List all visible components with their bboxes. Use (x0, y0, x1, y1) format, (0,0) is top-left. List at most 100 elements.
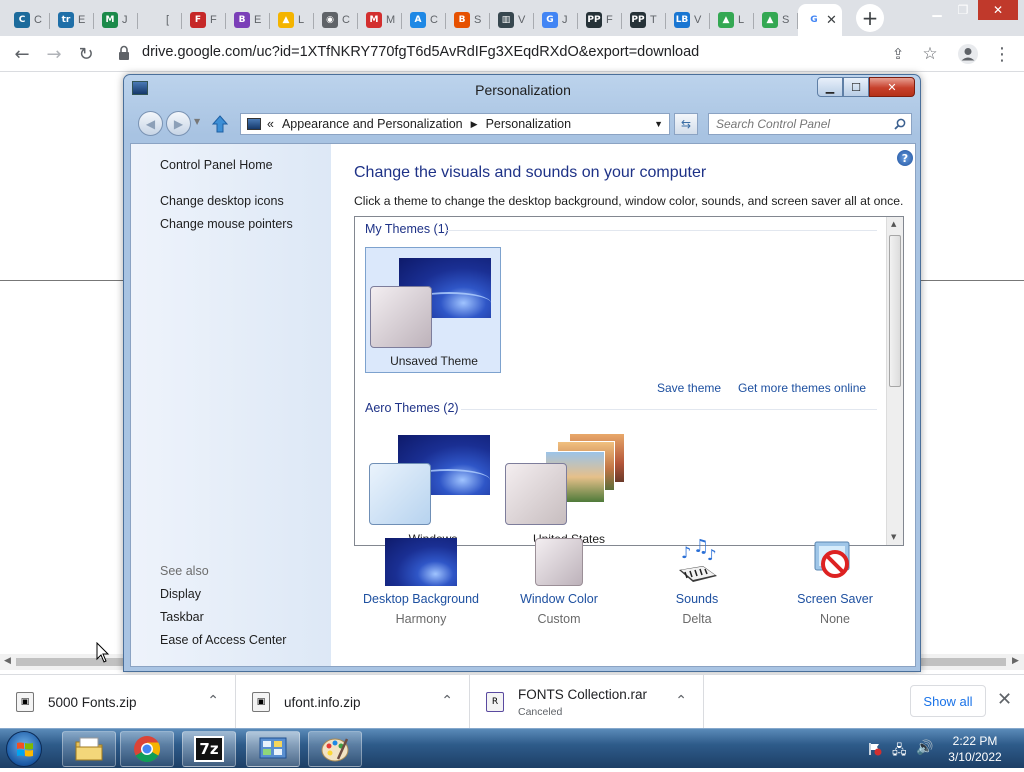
breadcrumb-overflow[interactable]: « (267, 117, 274, 131)
close-icon[interactable]: ✕ (997, 689, 1012, 710)
lock-icon[interactable] (118, 45, 130, 61)
browser-tab[interactable]: ▥ V (490, 4, 534, 36)
browser-tab-active[interactable]: G ✕ (798, 4, 842, 36)
paint-taskbar-button[interactable] (308, 731, 362, 767)
setting-title[interactable]: Sounds (637, 592, 757, 606)
browser-tab[interactable]: ▲ L (270, 4, 314, 36)
taskbar: 7z 🖧 🔊 2:22 PM 3/10/2022 (0, 728, 1024, 768)
browser-tab[interactable]: FF (182, 4, 226, 36)
minimize-icon[interactable]: ▁ (924, 0, 950, 20)
theme-united-states[interactable]: United States (501, 425, 637, 545)
scrollbar-thumb[interactable] (889, 235, 901, 387)
breadcrumb-personalization[interactable]: Personalization (486, 117, 571, 131)
sounds-setting[interactable]: ♪ ♫ ♪ Sounds Delta (637, 538, 757, 648)
theme-unsaved[interactable]: Unsaved Theme (365, 247, 501, 373)
scroll-right-icon[interactable]: ▶ (1012, 656, 1019, 666)
theme-windows[interactable]: Windows (365, 425, 501, 545)
theme-color-preview (505, 463, 567, 525)
browser-tab[interactable]: MJ (94, 4, 138, 36)
setting-title[interactable]: Desktop Background (361, 592, 481, 606)
chevron-up-icon[interactable]: ⌃ (675, 693, 687, 709)
desktop-background-setting[interactable]: Desktop Background Harmony (361, 538, 481, 648)
breadcrumb-bar[interactable]: « Appearance and Personalization ▶ Perso… (240, 113, 670, 135)
change-desktop-icons-link[interactable]: Change desktop icons (160, 194, 284, 208)
reload-icon[interactable]: ↻ (74, 42, 98, 66)
window-close-button[interactable]: ✕ (869, 77, 915, 97)
volume-icon[interactable]: 🔊 (916, 740, 933, 756)
download-item[interactable]: R FONTS Collection.rar Canceled ⌃ (470, 675, 704, 729)
setting-title[interactable]: Screen Saver (775, 592, 895, 606)
refresh-button[interactable]: ⇆ (674, 113, 698, 135)
forward-arrow-icon[interactable]: → (42, 42, 66, 66)
show-all-downloads-button[interactable]: Show all (910, 685, 986, 717)
browser-tab[interactable]: BS (446, 4, 490, 36)
back-arrow-icon[interactable]: ← (10, 42, 34, 66)
scroll-left-icon[interactable]: ◀ (4, 656, 11, 666)
taskbar-clock[interactable]: 2:22 PM 3/10/2022 (935, 733, 1015, 765)
scroll-up-icon[interactable]: ▲ (891, 220, 896, 228)
get-more-themes-link[interactable]: Get more themes online (738, 381, 866, 395)
setting-title[interactable]: Window Color (499, 592, 619, 606)
up-arrow-icon[interactable] (212, 115, 228, 133)
display-link[interactable]: Display (160, 587, 201, 601)
breadcrumb-separator-icon[interactable]: ▶ (471, 119, 478, 130)
browser-tab[interactable]: tr E (50, 4, 94, 36)
new-tab-button[interactable]: + (856, 4, 884, 32)
back-button[interactable]: ◀ (138, 111, 163, 136)
change-mouse-pointers-link[interactable]: Change mouse pointers (160, 217, 293, 231)
setting-value: None (820, 612, 850, 626)
chevron-up-icon[interactable]: ⌃ (441, 693, 453, 709)
window-color-setting[interactable]: Window Color Custom (499, 538, 619, 648)
profile-avatar[interactable] (956, 42, 980, 66)
download-item[interactable]: ▣ ufont.info.zip ⌃ (236, 675, 470, 729)
chevron-up-icon[interactable]: ⌃ (207, 693, 219, 709)
screen-saver-setting[interactable]: Screen Saver None (775, 538, 895, 648)
menu-kebab-icon[interactable]: ⋮ (990, 42, 1014, 66)
search-input[interactable]: Search Control Panel (708, 113, 912, 135)
window-minimize-button[interactable]: ▁ (817, 77, 843, 97)
control-panel-taskbar-button[interactable] (246, 731, 300, 767)
download-item[interactable]: ▣ 5000 Fonts.zip ⌃ (0, 675, 236, 729)
start-button[interactable] (6, 731, 42, 767)
tab-title: V (518, 14, 526, 26)
theme-list[interactable]: My Themes (1) Unsaved Theme Save theme G… (354, 216, 904, 546)
browser-tab[interactable]: PP T (622, 4, 666, 36)
browser-tab[interactable]: LB V (666, 4, 710, 36)
browser-tab[interactable]: BE (226, 4, 270, 36)
browser-tab[interactable]: ▲ L (710, 4, 754, 36)
breadcrumb-appearance[interactable]: Appearance and Personalization (282, 117, 463, 131)
help-icon[interactable]: ? (897, 150, 913, 166)
browser-tab[interactable]: PP F (578, 4, 622, 36)
tab-title: C (430, 14, 438, 26)
window-maximize-button[interactable]: ☐ (843, 77, 869, 97)
browser-tab[interactable]: MM (358, 4, 402, 36)
theme-list-scrollbar[interactable]: ▲ ▼ (886, 217, 903, 545)
chrome-taskbar-button[interactable] (120, 731, 174, 767)
tab-title: F (606, 14, 613, 26)
forward-button[interactable]: ▶ (166, 111, 191, 136)
share-icon[interactable]: ⇪ (886, 42, 910, 66)
browser-tab[interactable]: AC (402, 4, 446, 36)
control-panel-home-link[interactable]: Control Panel Home (160, 158, 273, 172)
address-dropdown-icon[interactable]: ▼ (654, 119, 663, 129)
action-center-flag-icon[interactable] (868, 741, 882, 756)
address-bar[interactable]: drive.google.com/uc?id=1XTfNKRY770fgT6d5… (142, 44, 699, 60)
explorer-taskbar-button[interactable] (62, 731, 116, 767)
bookmark-star-icon[interactable]: ☆ (918, 42, 942, 66)
recent-pages-chevron-icon[interactable]: ▼ (194, 117, 200, 126)
taskbar-link[interactable]: Taskbar (160, 610, 204, 624)
close-icon[interactable]: ✕ (978, 0, 1018, 20)
close-tab-icon[interactable]: ✕ (826, 13, 837, 28)
browser-tab[interactable]: [ (138, 4, 182, 36)
7zip-taskbar-button[interactable]: 7z (182, 731, 236, 767)
browser-tab[interactable]: CC (6, 4, 50, 36)
browser-tab[interactable]: ▲ S (754, 4, 798, 36)
ease-of-access-link[interactable]: Ease of Access Center (160, 633, 286, 647)
browser-tab[interactable]: ◉ C (314, 4, 358, 36)
save-theme-link[interactable]: Save theme (657, 381, 721, 395)
restore-icon[interactable]: ❐ (950, 0, 976, 20)
network-icon[interactable]: 🖧 (892, 741, 907, 763)
browser-tab[interactable]: GJ (534, 4, 578, 36)
aero-themes-header: Aero Themes (2) (365, 401, 459, 415)
search-icon[interactable] (894, 118, 906, 130)
